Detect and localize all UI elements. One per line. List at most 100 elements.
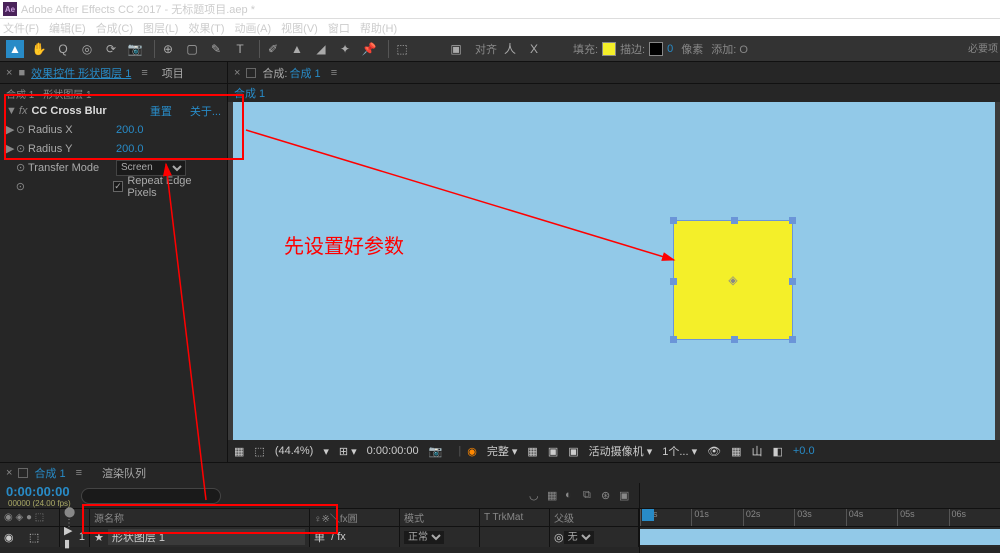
mask2-icon[interactable]: ▦ <box>731 445 741 458</box>
3d-icon[interactable]: 山 <box>751 443 762 459</box>
region-icon[interactable]: ⬚ <box>254 445 264 458</box>
repeat-edge-checkbox[interactable]: ✓ <box>113 181 124 192</box>
time-ruler[interactable]: 00s 01s 02s 03s 04s 05s 06s <box>640 509 1000 527</box>
brain-icon[interactable]: ⊛ <box>601 489 615 502</box>
menu-file[interactable]: 文件(F) <box>3 20 39 36</box>
frame-blend-icon[interactable]: ▦ <box>547 489 561 502</box>
add-label[interactable]: 添加: O <box>711 41 748 57</box>
timeline-comp-tab[interactable]: 合成 1 <box>34 465 65 481</box>
text-tool-icon[interactable]: T <box>231 40 249 58</box>
app-icon: Ae <box>3 2 17 16</box>
stopwatch-icon[interactable]: ⊙ <box>16 180 28 193</box>
render-queue-tab[interactable]: 渲染队列 <box>102 465 146 481</box>
project-tab[interactable]: 项目 <box>162 65 184 81</box>
puppet-tool-icon[interactable]: 📌 <box>360 40 378 58</box>
playhead[interactable] <box>642 509 654 521</box>
brush-tool-icon[interactable]: ✐ <box>264 40 282 58</box>
menu-window[interactable]: 窗口 <box>328 20 350 36</box>
timeline-search-input[interactable] <box>81 488 221 504</box>
resolution-dropdown[interactable]: 完整 ▾ <box>487 443 518 459</box>
orbit-tool-icon[interactable]: ◎ <box>78 40 96 58</box>
camera-tool-icon[interactable]: 📷 <box>126 40 144 58</box>
panel-menu-icon[interactable]: ≡ <box>141 67 147 79</box>
alpha-icon[interactable]: ◧ <box>772 445 782 458</box>
snap-icon[interactable]: ▣ <box>447 40 465 58</box>
time-display[interactable]: 0:00:00:00 <box>367 445 419 457</box>
handle-ml[interactable] <box>670 278 677 285</box>
anchor-icon[interactable]: ◈ <box>728 273 737 287</box>
snap-edge-icon[interactable]: X <box>525 40 543 58</box>
layer-bar[interactable] <box>640 529 1000 545</box>
snap-detail-icon[interactable]: 人 <box>501 40 519 58</box>
handle-tl[interactable] <box>670 217 677 224</box>
zoom-tool-icon[interactable]: Q <box>54 40 72 58</box>
canvas[interactable]: ◈ <box>233 102 995 440</box>
mask-icon[interactable]: ▦ <box>234 445 244 458</box>
layer-vis-toggles[interactable]: ◉ ⬚ <box>0 527 60 547</box>
handle-tr[interactable] <box>789 217 796 224</box>
res-dropdown[interactable]: ⊞ ▾ <box>339 445 357 458</box>
handle-tc[interactable] <box>731 217 738 224</box>
viewport[interactable]: ◈ <box>228 102 1000 440</box>
shy-icon[interactable]: ◡ <box>529 489 543 502</box>
menu-layer[interactable]: 图层(L) <box>143 20 178 36</box>
layer-parent[interactable]: ◎ 无 <box>550 527 639 547</box>
handle-mr[interactable] <box>789 278 796 285</box>
roto-tool-icon[interactable]: ✦ <box>336 40 354 58</box>
layer-trkmat[interactable] <box>480 527 550 547</box>
zoom-value[interactable]: (44.4%) <box>275 445 314 457</box>
selection-tool-icon[interactable]: ▲ <box>6 40 24 58</box>
settings-icon[interactable]: ▣ <box>619 489 633 502</box>
exposure-value[interactable]: +0.0 <box>793 445 815 457</box>
graph-icon[interactable]: ⧉ <box>583 489 597 502</box>
fill-swatch[interactable] <box>602 42 616 56</box>
close-icon[interactable]: × <box>234 67 240 79</box>
handle-bc[interactable] <box>731 336 738 343</box>
channel-icon[interactable]: ▣ <box>548 445 558 458</box>
col-trkmat[interactable]: T TrkMat <box>480 509 550 526</box>
handle-bl[interactable] <box>670 336 677 343</box>
menu-view[interactable]: 视图(V) <box>281 20 318 36</box>
effects-tab[interactable]: 效果控件 形状图层 1 <box>31 65 131 81</box>
grid-icon[interactable]: ▦ <box>527 445 537 458</box>
stopwatch-icon[interactable]: ⊙ <box>16 161 28 174</box>
views-dropdown[interactable]: 1个... ▾ <box>662 443 697 459</box>
col-parent[interactable]: 父级 <box>550 509 639 526</box>
panel-menu-icon[interactable] <box>246 68 256 78</box>
stroke-width-value[interactable]: 0 <box>667 43 673 55</box>
stroke-swatch[interactable] <box>649 42 663 56</box>
stamp-tool-icon[interactable]: ▲ <box>288 40 306 58</box>
hand-tool-icon[interactable]: ✋ <box>30 40 48 58</box>
handle-br[interactable] <box>789 336 796 343</box>
col-mode[interactable]: 模式 <box>400 509 480 526</box>
menu-effect[interactable]: 效果(T) <box>188 20 224 36</box>
transfer-mode-select[interactable]: Screen <box>116 160 186 176</box>
menu-help[interactable]: 帮助(H) <box>360 20 397 36</box>
channel2-icon[interactable]: ▣ <box>568 445 578 458</box>
ruler-tick: 05s <box>897 509 948 526</box>
view-icon[interactable]: 👁 <box>707 445 721 458</box>
layer-track[interactable] <box>640 527 1000 547</box>
menu-composition[interactable]: 合成(C) <box>96 20 133 36</box>
panel-menu-icon[interactable] <box>18 468 28 478</box>
menu-animation[interactable]: 动画(A) <box>235 20 272 36</box>
pen-tool-icon[interactable]: ✎ <box>207 40 225 58</box>
panel-menu-icon[interactable]: ■ <box>18 67 25 79</box>
menu-edit[interactable]: 编辑(E) <box>49 20 86 36</box>
snapshot-icon[interactable]: 📷 <box>429 445 443 458</box>
eraser-tool-icon[interactable]: ◢ <box>312 40 330 58</box>
rotate-tool-icon[interactable]: ⟳ <box>102 40 120 58</box>
shape-layer-rect[interactable]: ◈ <box>673 220 793 340</box>
comp-name-tab[interactable]: 合成 1 <box>290 65 321 81</box>
camera-dropdown[interactable]: 活动摄像机 ▾ <box>589 443 653 459</box>
layer-mode-select[interactable]: 正常 <box>404 531 444 544</box>
anchor-tool-icon[interactable]: ⊕ <box>159 40 177 58</box>
close-icon[interactable]: × <box>6 67 12 79</box>
localaxis-icon[interactable]: ⬚ <box>393 40 411 58</box>
timecode[interactable]: 0:00:00:00 <box>6 484 71 499</box>
draft-icon[interactable]: ◉ <box>467 445 477 458</box>
motion-blur-icon[interactable]: ◐ <box>565 489 579 502</box>
panel-menu-icon[interactable]: ≡ <box>331 67 337 79</box>
close-icon[interactable]: × <box>6 467 12 479</box>
rect-tool-icon[interactable]: ▢ <box>183 40 201 58</box>
